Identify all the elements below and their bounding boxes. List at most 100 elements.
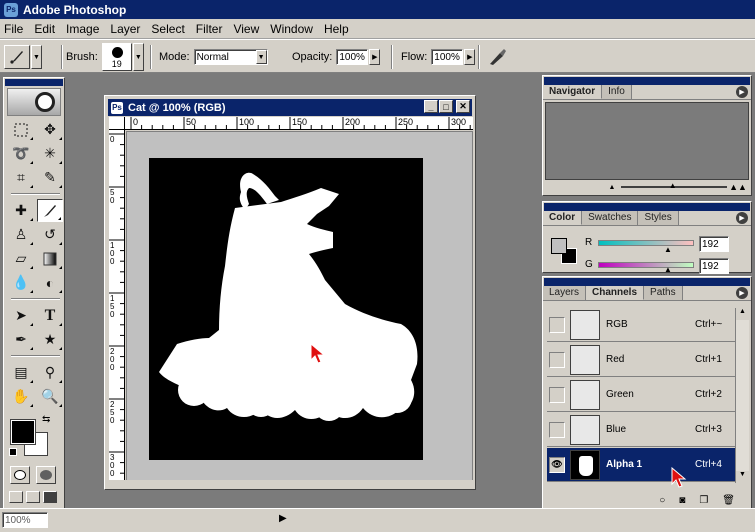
opacity-input[interactable]: 100%	[336, 49, 369, 65]
history-brush-tool-icon[interactable]: ↺	[37, 223, 63, 246]
photoshop-logo[interactable]	[7, 88, 61, 116]
zoom-slider-thumb[interactable]: ▲	[669, 181, 677, 190]
brush-tool-preset-icon[interactable]	[4, 45, 30, 69]
r-slider[interactable]	[598, 240, 694, 246]
toolbox-titlebar[interactable]	[5, 79, 63, 86]
status-info-arrow-icon[interactable]: ▶	[279, 513, 287, 524]
pen-tool-icon[interactable]: ✒	[8, 328, 34, 351]
standard-screen-mode-icon[interactable]	[9, 491, 23, 503]
channel-row-red[interactable]: Red Ctrl+1	[547, 343, 735, 377]
tab-paths[interactable]: Paths	[644, 286, 683, 300]
zoom-in-icon[interactable]: ▲▲	[727, 182, 749, 192]
channel-visibility-eye-icon[interactable]: 👁	[549, 456, 565, 473]
quick-mask-mode-icon[interactable]	[36, 466, 56, 484]
magic-wand-tool-icon[interactable]: ✳	[37, 142, 63, 165]
channel-row-alpha-1[interactable]: 👁 Alpha 1 Ctrl+4	[547, 448, 735, 482]
menu-layer[interactable]: Layer	[110, 22, 140, 36]
tool-preset-picker[interactable]: ▼	[4, 40, 42, 74]
color-fg-swatch[interactable]	[551, 238, 567, 254]
opacity-slider-arrow[interactable]: ▶	[369, 49, 381, 65]
ruler-origin[interactable]	[109, 117, 125, 130]
r-slider-thumb[interactable]: ▲	[664, 245, 672, 254]
eraser-tool-icon[interactable]: ▱	[8, 247, 34, 270]
vertical-ruler[interactable]: 0 50 100 150 200 250 300	[109, 130, 125, 480]
menu-view[interactable]: View	[233, 22, 259, 36]
brush-dropdown-arrow[interactable]: ▼	[132, 43, 144, 71]
navigator-panel-titlebar[interactable]	[544, 77, 750, 85]
channels-panel-titlebar[interactable]	[544, 278, 750, 286]
g-slider-thumb[interactable]: ▲	[664, 265, 672, 274]
tab-channels[interactable]: Channels	[586, 286, 645, 300]
path-selection-tool-icon[interactable]: ➤	[8, 304, 34, 327]
load-channel-as-selection-icon[interactable]: ○	[659, 495, 665, 506]
channel-visibility-toggle[interactable]	[549, 421, 565, 438]
menu-window[interactable]: Window	[270, 22, 313, 36]
type-tool-icon[interactable]: T	[37, 304, 63, 327]
tab-swatches[interactable]: Swatches	[582, 211, 639, 225]
tab-navigator[interactable]: Navigator	[543, 85, 603, 99]
menu-help[interactable]: Help	[324, 22, 349, 36]
eyedropper-tool-icon[interactable]: ⚲	[37, 361, 63, 384]
move-tool-icon[interactable]: ✥	[37, 118, 63, 141]
crop-tool-icon[interactable]: ⌗	[8, 166, 34, 189]
horizontal-ruler[interactable]: 0 50 100 150 200 250 300	[125, 117, 473, 130]
standard-mode-icon[interactable]	[10, 466, 30, 484]
channel-visibility-toggle[interactable]	[549, 316, 565, 333]
hand-tool-icon[interactable]: ✋	[8, 385, 34, 408]
lasso-tool-icon[interactable]: ➰	[8, 142, 34, 165]
menu-select[interactable]: Select	[151, 22, 184, 36]
dodge-tool-icon[interactable]: ◐	[37, 271, 63, 294]
tab-color[interactable]: Color	[543, 211, 583, 225]
maximize-button[interactable]: □	[439, 100, 453, 113]
brush-tool-icon[interactable]	[37, 199, 63, 222]
channels-menu-icon[interactable]: ▶	[736, 287, 748, 299]
scroll-up-arrow[interactable]: ▲	[736, 308, 749, 320]
g-value-input[interactable]: 192	[699, 258, 729, 274]
navigator-menu-icon[interactable]: ▶	[736, 86, 748, 98]
color-menu-icon[interactable]: ▶	[736, 212, 748, 224]
tab-styles[interactable]: Styles	[638, 211, 679, 225]
delete-channel-icon[interactable]: 🗑	[722, 495, 735, 506]
gradient-tool-icon[interactable]	[37, 247, 63, 270]
channel-row-rgb[interactable]: RGB Ctrl+~	[547, 308, 735, 342]
zoom-slider[interactable]: ▲	[621, 181, 727, 190]
marquee-tool-icon[interactable]	[8, 118, 34, 141]
healing-brush-tool-icon[interactable]: ✚	[8, 199, 34, 222]
minimize-button[interactable]: _	[424, 100, 438, 113]
scroll-down-arrow[interactable]: ▼	[736, 471, 749, 483]
save-selection-as-channel-icon[interactable]: ◙	[679, 495, 685, 506]
airbrush-toggle[interactable]	[488, 40, 508, 74]
g-slider[interactable]	[598, 262, 694, 268]
channel-row-green[interactable]: Green Ctrl+2	[547, 378, 735, 412]
slice-tool-icon[interactable]: ✎	[37, 166, 63, 189]
channel-visibility-toggle[interactable]	[549, 386, 565, 403]
channel-row-blue[interactable]: Blue Ctrl+3	[547, 413, 735, 447]
preset-dropdown-arrow[interactable]: ▼	[31, 45, 42, 69]
document-horizontal-scroll[interactable]	[109, 480, 473, 487]
brush-picker[interactable]: 19	[101, 43, 132, 71]
document-titlebar[interactable]: Ps Cat @ 100% (RGB) _ □ ✕	[108, 99, 472, 116]
mode-select[interactable]: Normal ▼	[193, 49, 268, 65]
clone-stamp-tool-icon[interactable]: ♙	[8, 223, 34, 246]
default-colors-icon[interactable]	[9, 448, 17, 456]
full-screen-menu-mode-icon[interactable]	[26, 491, 40, 503]
flow-input[interactable]: 100%	[431, 49, 464, 65]
channel-visibility-toggle[interactable]	[549, 351, 565, 368]
full-screen-mode-icon[interactable]	[43, 491, 57, 503]
blur-tool-icon[interactable]: 💧	[8, 271, 34, 294]
new-channel-icon[interactable]: ❐	[699, 495, 708, 506]
close-button[interactable]: ✕	[456, 100, 470, 113]
foreground-color-swatch[interactable]	[10, 419, 36, 445]
shape-tool-icon[interactable]: ★	[37, 328, 63, 351]
color-panel-titlebar[interactable]	[544, 203, 750, 211]
mode-dropdown-arrow[interactable]: ▼	[255, 50, 267, 64]
swap-colors-icon[interactable]: ⇆	[42, 414, 50, 425]
menu-file[interactable]: File	[4, 22, 23, 36]
image-canvas[interactable]	[149, 158, 423, 460]
navigator-preview[interactable]	[545, 102, 749, 180]
zoom-tool-icon[interactable]: 🔍	[37, 385, 63, 408]
menu-image[interactable]: Image	[66, 22, 99, 36]
r-value-input[interactable]: 192	[699, 236, 729, 252]
tab-info[interactable]: Info	[602, 85, 632, 99]
tab-layers[interactable]: Layers	[543, 286, 587, 300]
